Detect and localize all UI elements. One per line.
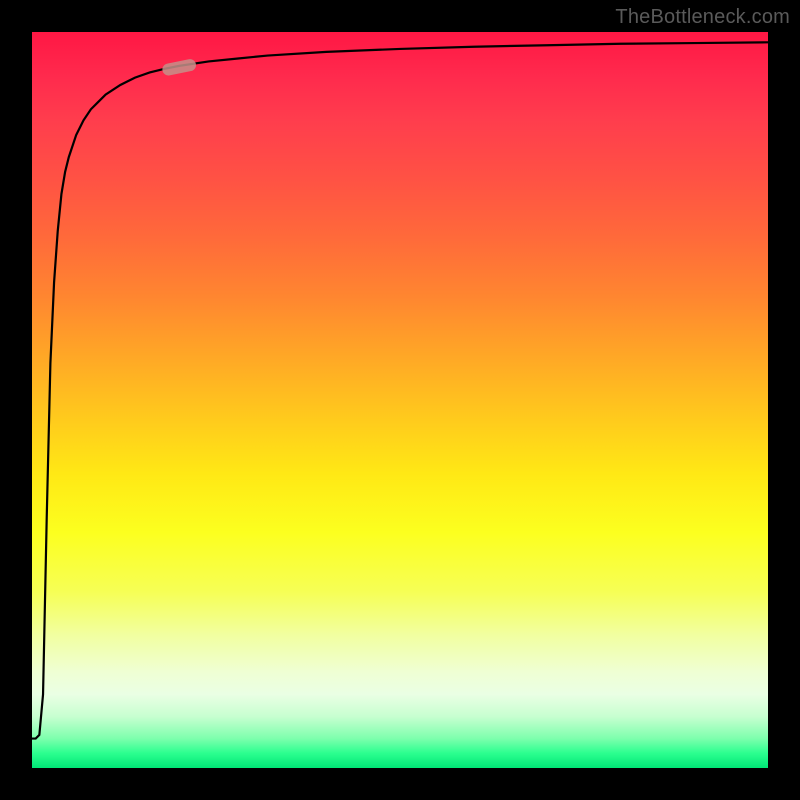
curve-marker (161, 58, 197, 76)
chart-frame: TheBottleneck.com (0, 0, 800, 800)
chart-svg (32, 32, 768, 768)
watermark-label: TheBottleneck.com (615, 6, 790, 29)
bottleneck-curve (32, 42, 768, 738)
